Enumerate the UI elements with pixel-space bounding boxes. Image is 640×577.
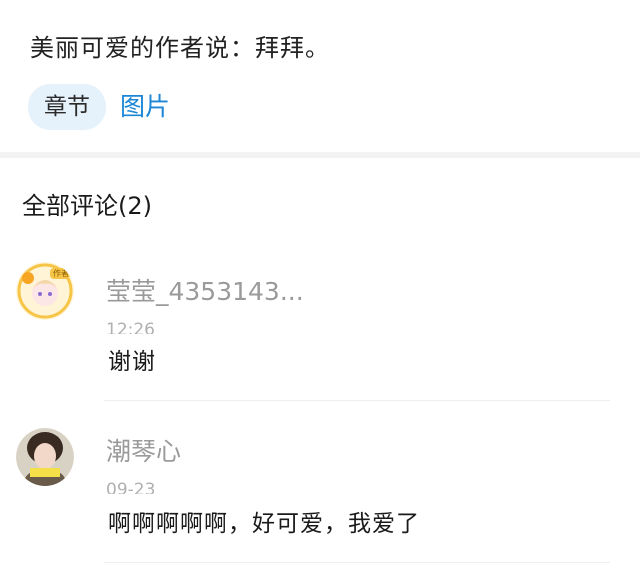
- comment-content: 谢谢: [108, 349, 156, 375]
- comments-title: 全部评论(2): [22, 192, 152, 220]
- comment-separator: [104, 400, 610, 401]
- comment-separator: [104, 562, 610, 563]
- comment-username[interactable]: 潮琴心: [106, 432, 181, 468]
- tab-chapters[interactable]: 章节: [28, 84, 106, 130]
- tab-images[interactable]: 图片: [120, 84, 170, 130]
- author-badge-text: 作者: [53, 269, 69, 278]
- author-note: 美丽可爱的作者说：拜拜。: [30, 34, 330, 62]
- section-divider: [0, 152, 640, 158]
- avatar[interactable]: [16, 428, 74, 486]
- comment-content: 啊啊啊啊啊，好可爱，我爱了: [108, 511, 420, 537]
- avatar[interactable]: 作者: [16, 262, 74, 320]
- comment-time: 09-23: [106, 480, 156, 494]
- content-tabs: 章节 图片: [28, 84, 170, 130]
- comment-username[interactable]: 莹莹_4353143...: [106, 272, 304, 308]
- comment-time: 12:26: [106, 320, 155, 334]
